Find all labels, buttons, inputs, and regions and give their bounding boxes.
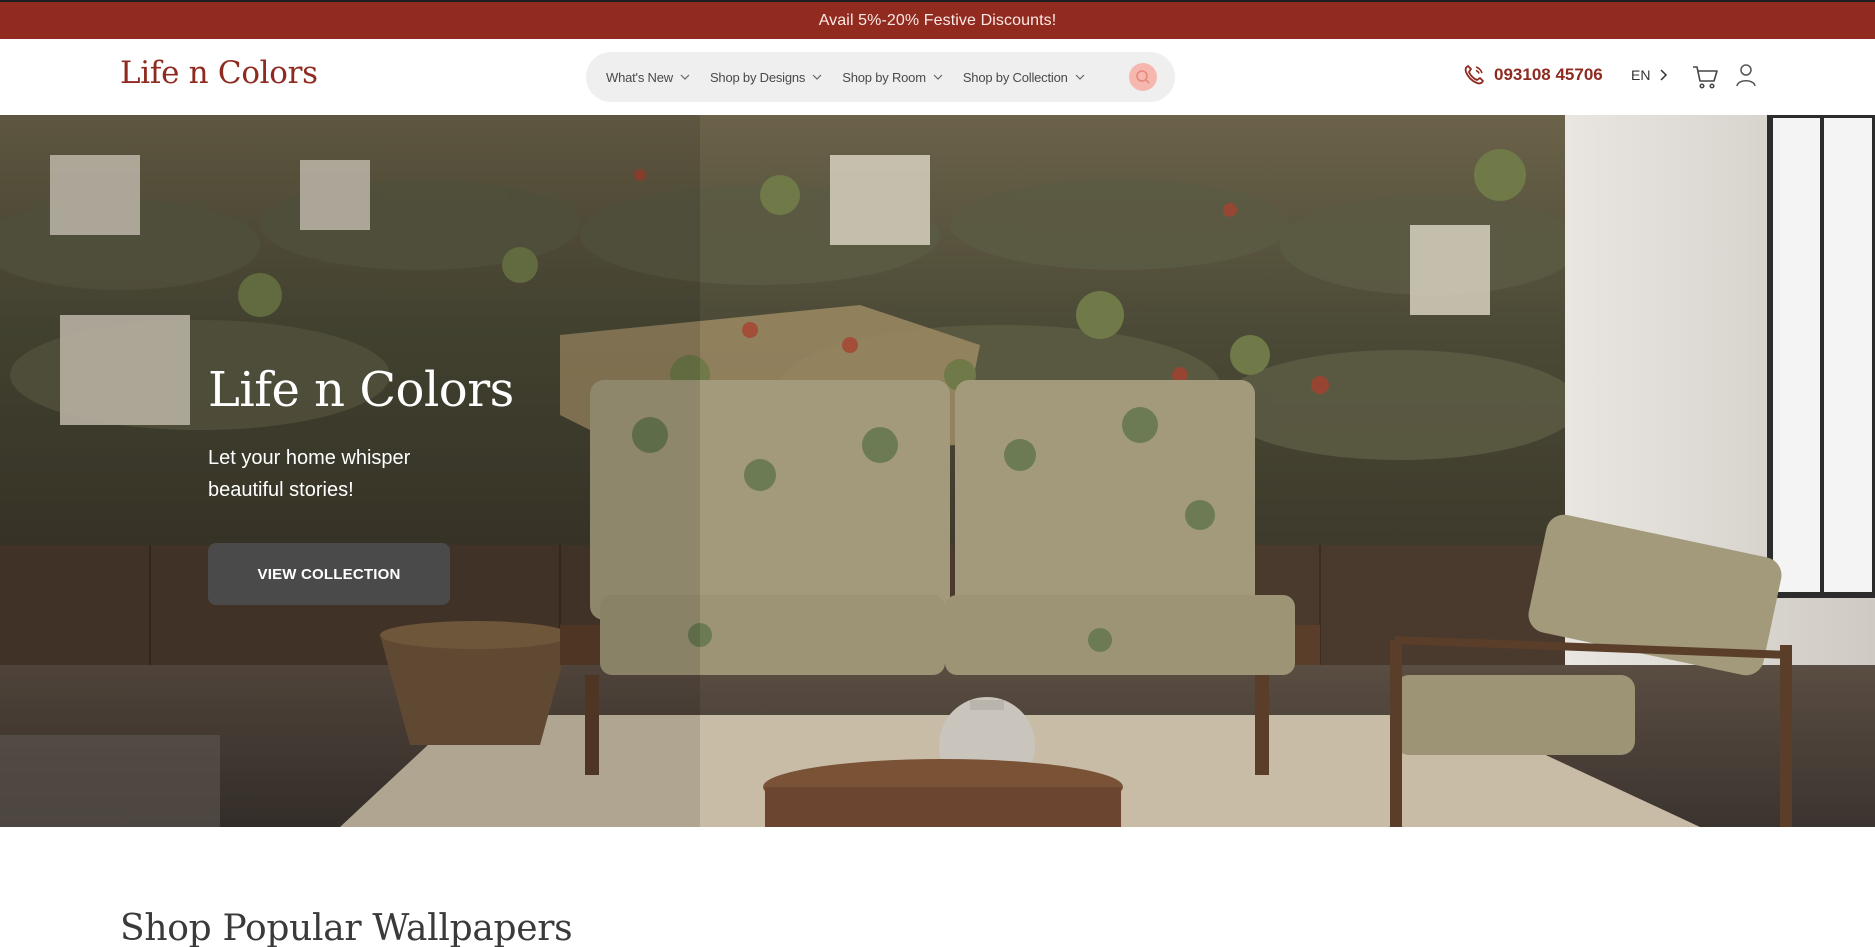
nav-item-shop-by-designs[interactable]: Shop by Designs bbox=[710, 70, 823, 85]
phone-icon bbox=[1464, 65, 1484, 85]
nav-item-shop-by-room[interactable]: Shop by Room bbox=[842, 70, 944, 85]
nav-item-label: What's New bbox=[606, 69, 673, 85]
phone-number: 093108 45706 bbox=[1494, 65, 1603, 84]
view-collection-button[interactable]: VIEW COLLECTION bbox=[208, 543, 450, 605]
nav-item-whats-new[interactable]: What's New bbox=[606, 70, 691, 85]
site-logo[interactable]: Life n Colors bbox=[120, 55, 318, 91]
language-selector[interactable]: EN bbox=[1631, 67, 1668, 83]
announcement-bar[interactable]: Avail 5%-20% Festive Discounts! bbox=[0, 0, 1875, 39]
hero-title: Life n Colors bbox=[208, 362, 514, 418]
hero-subtitle: Let your home whisper beautiful stories! bbox=[208, 447, 411, 501]
chevron-down-icon bbox=[933, 74, 943, 80]
search-button[interactable] bbox=[1129, 63, 1157, 91]
chevron-right-icon bbox=[1660, 69, 1668, 81]
site-header: Life n Colors What's New Shop by Designs… bbox=[0, 39, 1875, 115]
announcement-text[interactable]: Avail 5%-20% Festive Discounts! bbox=[819, 12, 1057, 30]
chevron-down-icon bbox=[812, 74, 822, 80]
phone-link[interactable]: 093108 45706 bbox=[1462, 63, 1603, 87]
search-icon bbox=[1136, 70, 1150, 84]
user-icon[interactable] bbox=[1735, 62, 1757, 88]
cart-icon[interactable] bbox=[1691, 63, 1719, 91]
nav-item-label: Shop by Collection bbox=[962, 69, 1068, 85]
chevron-down-icon bbox=[1075, 74, 1085, 80]
main-nav: What's New Shop by Designs Shop by Room … bbox=[586, 52, 1175, 102]
nav-item-shop-by-collection[interactable]: Shop by Collection bbox=[963, 70, 1086, 85]
chevron-down-icon bbox=[680, 74, 690, 80]
nav-item-label: Shop by Designs bbox=[709, 69, 806, 85]
language-label: EN bbox=[1631, 67, 1651, 83]
hero-banner: Life n Colors Let your home whisper beau… bbox=[0, 115, 1875, 827]
nav-item-label: Shop by Room bbox=[842, 69, 926, 85]
section-title: Shop Popular Wallpapers bbox=[120, 908, 573, 947]
